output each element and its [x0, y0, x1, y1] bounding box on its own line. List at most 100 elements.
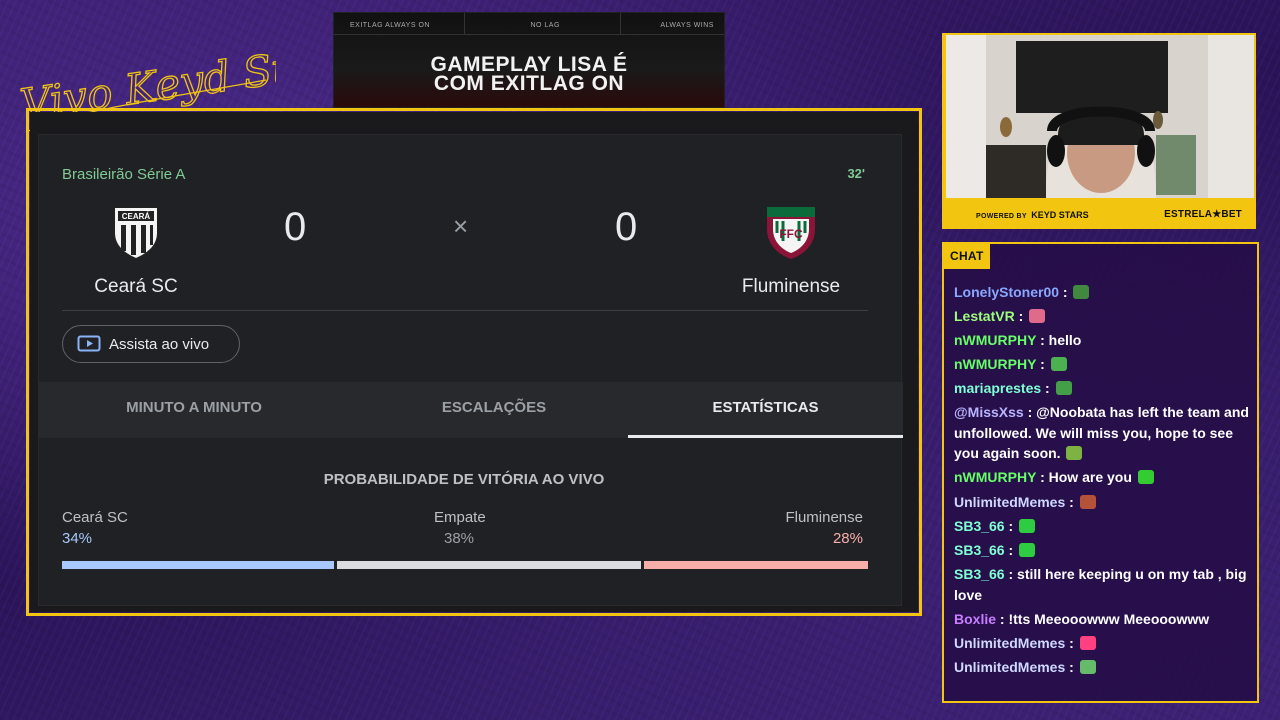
chat-text: hello [1048, 331, 1082, 348]
plant-emote-icon [1073, 285, 1090, 299]
chat-username[interactable]: SB3_66 [954, 542, 1005, 558]
chat-message: SB3_66 : [954, 540, 1249, 561]
chat-separator: : [1041, 380, 1054, 397]
chat-separator: : [1004, 517, 1018, 534]
webcam-feed [946, 35, 1254, 198]
chat-panel: CHAT LonelyStoner00 : LestatVR : nWMURPH… [942, 242, 1259, 703]
scoreboard-panel: Brasileirão Série A 32' CEARÁ Ceará SC 0… [38, 134, 903, 606]
ad-tag-right: ALWAYS WINS [660, 22, 714, 29]
chat-emote-icon [1019, 543, 1036, 557]
chat-username[interactable]: SB3_66 [954, 566, 1005, 582]
home-crest-label: CEARÁ [122, 212, 151, 221]
chat-username[interactable]: Boxlie [954, 611, 996, 627]
streamer-webcam-image [946, 35, 1254, 198]
chat-username[interactable]: nWMURPHY [954, 469, 1036, 485]
divider [62, 310, 868, 311]
chat-separator: : [1036, 331, 1049, 348]
chat-username[interactable]: @MissXss [954, 404, 1024, 420]
chat-separator: : [1004, 566, 1018, 583]
ceara-crest-icon: CEARÁ [113, 206, 159, 261]
powered-by-label: POWERED BY [976, 213, 1027, 220]
chat-message: LestatVR : [954, 306, 1249, 327]
match-minute: 32' [847, 166, 865, 181]
home-team[interactable]: CEARÁ Ceará SC [61, 203, 211, 298]
match-tabs: MINUTO A MINUTO ESCALAÇÕES ESTATÍSTICAS [39, 382, 903, 438]
home-score: 0 [284, 205, 307, 249]
chat-text: !tts Meeooowww Meeooowww [1008, 610, 1210, 627]
chat-message: UnlimitedMemes : [954, 492, 1249, 513]
chat-separator: : [1004, 542, 1018, 558]
ad-tag-left: EXITLAG ALWAYS ON [350, 22, 430, 29]
away-probability-label: Fluminense [785, 509, 863, 526]
away-team-name: Fluminense [741, 276, 841, 297]
chat-message: nWMURPHY : [954, 354, 1249, 375]
rocket-emote-icon [1066, 446, 1083, 461]
chat-separator: : [1014, 307, 1028, 324]
chat-messages: LonelyStoner00 : LestatVR : nWMURPHY : h… [954, 284, 1249, 681]
heart-emote-icon [1137, 470, 1154, 485]
chat-username[interactable]: nWMURPHY [954, 332, 1036, 348]
fluminense-crest-icon: FFC [767, 207, 815, 259]
chat-username[interactable]: UnlimitedMemes [954, 494, 1065, 510]
away-probability-value: 28% [832, 530, 863, 547]
chat-message: UnlimitedMemes : [954, 657, 1249, 678]
chat-username[interactable]: LestatVR [954, 308, 1015, 324]
powered-by-text: POWERED BY KEYD STARS [976, 205, 1089, 223]
chat-message: LonelyStoner00 : [954, 282, 1249, 303]
chat-message: Boxlie : !tts Meeooowww Meeooowww [954, 609, 1249, 630]
chat-separator: : [996, 610, 1009, 627]
chat-message: @MissXss : @Noobata has left the team an… [954, 402, 1249, 464]
chat-message: SB3_66 : still here keeping u on my tab … [954, 564, 1249, 605]
ad-tag-center: NO LAG [530, 22, 560, 29]
ad-headline-line2: COM EXITLAG ON [433, 72, 625, 95]
chat-message: nWMURPHY : hello [954, 330, 1249, 351]
chat-message: SB3_66 : [954, 516, 1249, 537]
draw-probability-label: Empate [434, 509, 486, 526]
sparkle-emote-icon [1079, 660, 1096, 675]
draw-probability-value: 38% [444, 530, 475, 547]
chat-username[interactable]: SB3_66 [954, 518, 1005, 534]
chat-message: UnlimitedMemes : [954, 633, 1249, 654]
chat-separator: : [1059, 284, 1072, 300]
green-face-emote-icon [1055, 381, 1072, 396]
chat-separator: : [1023, 404, 1037, 421]
home-team-name: Ceará SC [94, 276, 178, 297]
away-crest-label: FFC [779, 227, 803, 241]
chat-separator: : [1036, 355, 1049, 372]
chat-username[interactable]: nWMURPHY [954, 356, 1036, 372]
chat-username[interactable]: UnlimitedMemes [954, 659, 1065, 675]
chat-separator: : [1065, 659, 1078, 676]
watch-live-label: Assista ao vivo [109, 335, 210, 353]
watch-live-button[interactable]: Assista ao vivo [62, 325, 240, 363]
chat-emote-icon [1019, 518, 1036, 533]
win-probability-title: PROBABILIDADE DE VITÓRIA AO VIVO [323, 471, 605, 488]
tab-estatisticas[interactable]: ESTATÍSTICAS [628, 382, 903, 438]
ad-divider [620, 13, 621, 35]
chat-message: nWMURPHY : How are you [954, 467, 1249, 488]
league-name[interactable]: Brasileirão Série A [62, 166, 185, 183]
chat-username[interactable]: mariaprestes [954, 380, 1041, 396]
frog-emote-icon [1050, 356, 1067, 371]
home-probability-value: 34% [62, 530, 93, 547]
away-team[interactable]: FFC Fluminense [716, 203, 866, 298]
chat-username[interactable]: UnlimitedMemes [954, 635, 1065, 651]
chat-separator: : [1036, 469, 1049, 486]
draw-probability-bar [337, 561, 641, 569]
flower-emote-icon [1029, 308, 1046, 323]
tab-minuto-a-minuto[interactable]: MINUTO A MINUTO [79, 382, 309, 438]
sponsor-strip: POWERED BY KEYD STARS ESTRELA★BET [944, 202, 1254, 226]
chat-username[interactable]: LonelyStoner00 [954, 284, 1059, 300]
home-probability-label: Ceará SC [62, 509, 128, 526]
chat-label: CHAT [944, 244, 990, 269]
ad-headline: GAMEPLAY LISA É COM EXITLAG ON [334, 54, 724, 95]
away-score: 0 [615, 205, 638, 249]
tab-escalacoes[interactable]: ESCALAÇÕES [379, 382, 609, 438]
keyd-stars-logo: KEYD STARS [1031, 210, 1089, 220]
dance-emote-icon [1079, 636, 1096, 651]
chat-message: mariaprestes : [954, 378, 1249, 399]
home-probability-bar [62, 561, 334, 569]
estrelabet-logo: ESTRELA★BET [1164, 208, 1242, 220]
picture-emote-icon [1079, 494, 1096, 509]
ad-divider [464, 13, 465, 35]
sponsor-ad-banner: EXITLAG ALWAYS ON NO LAG ALWAYS WINS GAM… [333, 12, 725, 108]
